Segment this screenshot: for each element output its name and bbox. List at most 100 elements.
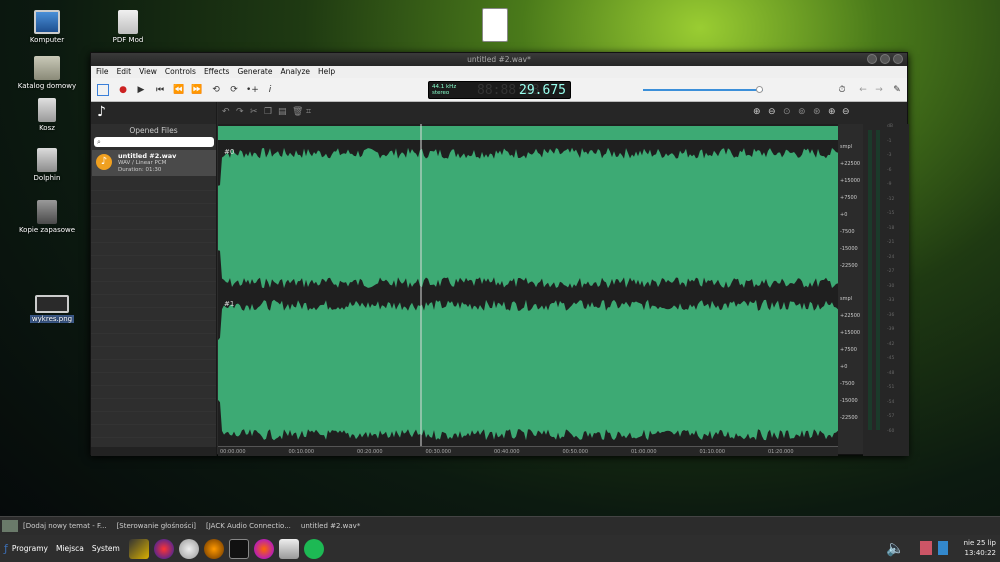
desktop-icon-komputer[interactable]: Komputer: [12, 10, 82, 44]
scale-label: +7500: [840, 195, 857, 201]
timeline-label: 00:30.000: [425, 449, 452, 455]
menu-system[interactable]: System: [88, 544, 124, 553]
window-titlebar[interactable]: untitled #2.wav*: [91, 53, 907, 66]
image-file-icon: [35, 295, 69, 313]
db-label: -48: [887, 370, 895, 376]
task-audio-editor[interactable]: untitled #2.wav*: [296, 522, 365, 530]
copy-icon[interactable]: ❐: [264, 107, 272, 117]
desktop-icon-dolphin[interactable]: Dolphin: [12, 148, 82, 182]
repeat-icon[interactable]: ⟳: [228, 84, 240, 96]
minimize-button[interactable]: [867, 54, 877, 64]
editor-toolbar: ↶ ↷ ✂ ❐ ▤ 🗑 ⌗ ⊕ ⊖ ⊙ ⊚ ⊛ ⊕ ⊖: [218, 102, 907, 124]
scale-label: +22500: [840, 313, 861, 319]
zoom-selection-icon[interactable]: ⊚: [798, 107, 806, 117]
marker-icon[interactable]: •+: [246, 84, 259, 96]
db-label: -27: [887, 269, 895, 274]
play-icon[interactable]: ▶: [135, 84, 147, 96]
loop-icon[interactable]: ⟲: [210, 84, 222, 96]
undo-icon[interactable]: ↶: [222, 107, 230, 117]
task-volume-control[interactable]: [Sterowanie głośności]: [112, 522, 201, 530]
crop-icon[interactable]: ⌗: [306, 107, 311, 117]
fast-forward-icon[interactable]: ⏩: [191, 84, 203, 96]
forward-arrow-icon[interactable]: →: [873, 84, 885, 96]
timeline-label: 00:10.000: [288, 449, 315, 455]
launcher-audio-icon[interactable]: [153, 538, 174, 559]
rewind-icon[interactable]: ⏪: [173, 84, 185, 96]
opened-files-panel: ♪ Opened Files ⌕ ♪ untitled #2.wav WAV /…: [91, 102, 217, 456]
maximize-button[interactable]: [880, 54, 890, 64]
task-firefox[interactable]: [Dodaj nowy temat - F...: [18, 522, 112, 530]
scale-label: -22500: [840, 415, 858, 421]
launcher-editor-icon[interactable]: [128, 538, 149, 559]
volume-slider[interactable]: [643, 86, 764, 93]
scale-label: +7500: [840, 347, 857, 353]
volume-slider-knob[interactable]: [756, 86, 764, 93]
skip-start-icon[interactable]: ⏮: [154, 84, 166, 96]
scale-label: smpl: [840, 144, 853, 150]
vertical-zoom-out-icon[interactable]: ⊖: [842, 107, 850, 117]
opened-files-title: Opened Files: [129, 126, 178, 135]
desktop-icon-trash[interactable]: Kosz: [12, 98, 82, 132]
network-icon[interactable]: [920, 541, 932, 555]
desktop-icon-pdf-mod[interactable]: PDF Mod: [93, 10, 163, 44]
selection-tool-icon[interactable]: [97, 84, 109, 96]
menu-file[interactable]: File: [96, 66, 109, 78]
launcher-firefox-icon[interactable]: [253, 538, 274, 559]
launcher-terminal-icon[interactable]: [228, 538, 249, 559]
menu-programy[interactable]: Programy: [8, 544, 52, 553]
record-icon[interactable]: ●: [117, 84, 129, 96]
bottom-panel: ƒ Programy Miejsca System 🔈 nie 25 lip 1…: [0, 535, 1000, 562]
zoom-fit-icon[interactable]: ⊙: [783, 107, 791, 117]
menu-edit[interactable]: Edit: [117, 66, 132, 78]
zoom-all-icon[interactable]: ⊛: [813, 107, 821, 117]
clock[interactable]: nie 25 lip 13:40:22: [964, 538, 996, 558]
vertical-zoom-in-icon[interactable]: ⊕: [828, 107, 836, 117]
launcher-monkey-icon[interactable]: [203, 538, 224, 559]
desktop-icon-doc[interactable]: [460, 8, 530, 44]
history-icon[interactable]: ⏱: [836, 84, 848, 96]
cut-icon[interactable]: ✂: [250, 107, 258, 117]
menu-generate[interactable]: Generate: [237, 66, 272, 78]
document-icon: [482, 8, 508, 42]
tray-icon[interactable]: [938, 541, 948, 555]
desktop-icon-wykres[interactable]: wykres.png: [17, 295, 87, 323]
waveform-channel-1[interactable]: [218, 299, 838, 441]
file-search-input[interactable]: ⌕: [94, 137, 214, 147]
menu-effects[interactable]: Effects: [204, 66, 230, 78]
menu-view[interactable]: View: [139, 66, 157, 78]
menu-help[interactable]: Help: [318, 66, 335, 78]
info-icon[interactable]: i: [264, 84, 276, 96]
overview-strip[interactable]: [218, 126, 838, 140]
menu-miejsca[interactable]: Miejsca: [52, 544, 88, 553]
delete-icon[interactable]: 🗑: [292, 107, 303, 117]
back-arrow-icon[interactable]: ←: [857, 84, 869, 96]
sidebar-footer: [91, 447, 216, 456]
show-desktop-button[interactable]: [2, 520, 18, 532]
speaker-icon[interactable]: 🔈: [886, 539, 905, 557]
desktop-icon-label: Komputer: [29, 36, 65, 44]
time-ruler[interactable]: 00:00.000 00:10.000 00:20.000 00:30.000 00:4…: [218, 446, 838, 456]
settings-icon[interactable]: ✎: [891, 84, 903, 96]
paste-icon[interactable]: ▤: [278, 107, 287, 117]
menu-analyze[interactable]: Analyze: [280, 66, 310, 78]
desktop-icon-home[interactable]: Katalog domowy: [12, 56, 82, 90]
clock-time: 13:40:22: [964, 549, 996, 557]
zoom-out-icon[interactable]: ⊖: [768, 107, 776, 117]
close-button[interactable]: [893, 54, 903, 64]
zoom-in-icon[interactable]: ⊕: [753, 107, 761, 117]
launcher-files-icon[interactable]: [278, 538, 299, 559]
db-label: -24: [887, 254, 895, 260]
waveform-view[interactable]: #0 #1: [218, 124, 838, 446]
launcher-spotify-icon[interactable]: [303, 538, 324, 559]
menu-bar: File Edit View Controls Effects Generate…: [91, 66, 907, 78]
desktop-icon-backup[interactable]: Kopie zapasowe: [12, 200, 82, 234]
file-duration: Duration: 01:30: [118, 167, 162, 173]
scale-label: -22500: [840, 263, 858, 269]
launcher-cd-icon[interactable]: [178, 538, 199, 559]
waveform-svg[interactable]: [218, 124, 838, 446]
redo-icon[interactable]: ↷: [236, 107, 244, 117]
menu-controls[interactable]: Controls: [165, 66, 196, 78]
waveform-channel-0[interactable]: [218, 147, 838, 289]
file-list-item[interactable]: ♪ untitled #2.wav WAV / Linear PCM Durat…: [92, 150, 216, 176]
task-jack[interactable]: [JACK Audio Connectio...: [201, 522, 296, 530]
